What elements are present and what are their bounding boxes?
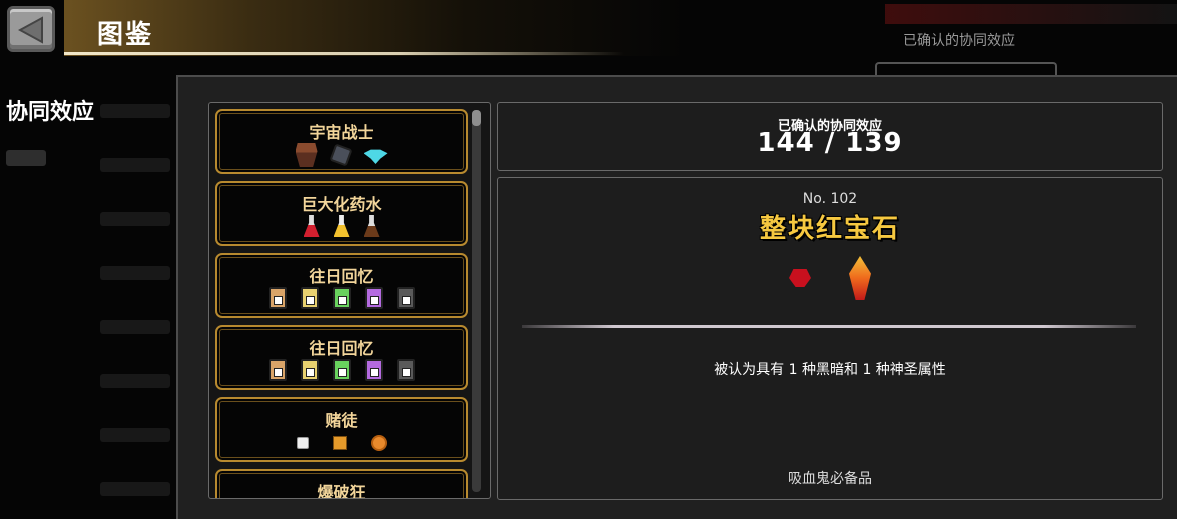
book-ii-icon [300, 359, 319, 381]
detail-name: 整块红宝石 [759, 214, 900, 244]
background-hint-text: 已确认的协同效应 [903, 33, 1015, 49]
synergy-card[interactable]: 巨大化药水 [215, 181, 468, 246]
book-iv-icon [364, 359, 383, 381]
page-title: 图鉴 [97, 20, 154, 50]
red-potion-icon [303, 215, 320, 237]
back-arrow-icon [18, 16, 43, 44]
book-ii-icon [300, 287, 319, 309]
dark-potion-icon [363, 215, 380, 237]
synergy-counter-panel: 已确认的协同效应 144 / 139 [497, 102, 1163, 171]
synergy-list[interactable]: 宇宙战士 巨大化药水 往日回忆 往日回忆 赌徒 爆破狂 [208, 102, 491, 499]
book-iii-icon [332, 359, 351, 381]
synergy-card-title: 宇宙战士 [309, 123, 374, 142]
ghost-row [100, 212, 170, 226]
chip-icon [332, 436, 347, 450]
large-ruby-icon [849, 256, 871, 300]
ghost-row [100, 428, 170, 442]
book-i-icon [268, 359, 287, 381]
armor-icon [295, 143, 318, 167]
synergy-card-title: 往日回忆 [309, 339, 374, 358]
title-bar [64, 0, 684, 56]
back-button[interactable] [7, 6, 55, 52]
ghost-row [100, 158, 170, 172]
sidebar-item-synergy[interactable]: 协同效应 [6, 94, 94, 126]
ghost-row [100, 482, 170, 496]
sidebar-item-faded[interactable] [6, 150, 46, 171]
background-status-bar [885, 4, 1177, 24]
synergy-detail-panel: No. 102 整块红宝石 被认为具有 1 种黑暗和 1 种神圣属性 吸血鬼必备… [497, 177, 1163, 500]
synergy-card[interactable]: 往日回忆 [215, 325, 468, 390]
drone-icon [363, 149, 388, 164]
title-underline [64, 52, 624, 55]
stone-icon [328, 143, 353, 167]
coin-icon [370, 435, 387, 451]
synergy-card-title: 赌徒 [325, 411, 358, 430]
scroll-thumb[interactable] [472, 110, 481, 126]
synergy-card[interactable]: 往日回忆 [215, 253, 468, 318]
ghost-row [100, 104, 170, 118]
detail-flavor-text: 吸血鬼必备品 [788, 471, 872, 487]
ghost-row [100, 374, 170, 388]
divider [522, 325, 1136, 328]
detail-number: No. 102 [802, 191, 858, 207]
book-i-icon [268, 287, 287, 309]
book-v-icon [396, 359, 415, 381]
synergy-card[interactable]: 宇宙战士 [215, 109, 468, 174]
dice-icon [296, 437, 309, 449]
ghost-row [100, 320, 170, 334]
book-iii-icon [332, 287, 351, 309]
synergy-card-title: 巨大化药水 [301, 195, 382, 214]
detail-description: 被认为具有 1 种黑暗和 1 种神圣属性 [714, 362, 946, 378]
book-v-icon [396, 287, 415, 309]
book-iv-icon [364, 287, 383, 309]
synergy-card-title: 爆破狂 [317, 483, 366, 499]
synergy-card[interactable]: 爆破狂 [215, 469, 468, 499]
small-ruby-icon [789, 269, 811, 287]
synergy-card[interactable]: 赌徒 [215, 397, 468, 462]
gold-potion-icon [333, 215, 350, 237]
ghost-row [100, 266, 170, 280]
list-scrollbar[interactable] [472, 110, 481, 492]
synergy-card-title: 往日回忆 [309, 267, 374, 286]
counter-value: 144 / 139 [757, 128, 903, 158]
